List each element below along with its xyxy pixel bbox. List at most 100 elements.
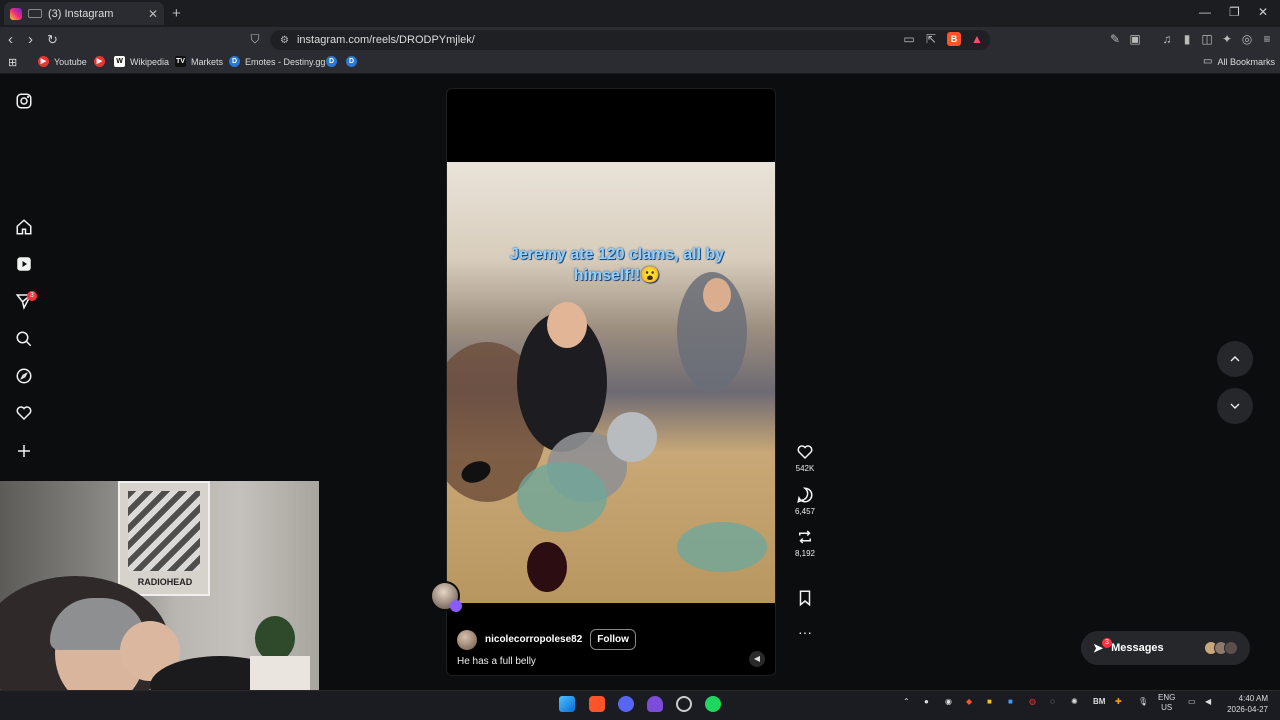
webcam-overlay: RADIOHEAD xyxy=(0,481,319,690)
reels-icon[interactable] xyxy=(14,254,34,274)
create-plus-icon[interactable] xyxy=(14,441,34,461)
tab-bar xyxy=(0,0,1280,27)
discord-icon[interactable] xyxy=(618,696,634,712)
leo-ai-icon[interactable]: ✦ xyxy=(1220,32,1234,46)
close-window-icon[interactable]: ✕ xyxy=(1258,5,1268,19)
tray-app-icon[interactable]: ■ xyxy=(1008,697,1013,706)
destiny-icon: D xyxy=(326,56,337,67)
url-bar[interactable]: ⚙ instagram.com/reels/DRODPYmjlek/ xyxy=(270,30,990,50)
restore-icon[interactable]: ❐ xyxy=(1229,5,1240,19)
brave-tray-icon[interactable]: ◆ xyxy=(966,697,972,706)
reload-icon[interactable]: ↻ xyxy=(47,32,58,48)
tray-app-icon[interactable]: ✺ xyxy=(1071,697,1078,706)
poster-text: RADIOHEAD xyxy=(137,577,193,587)
comment-icon xyxy=(797,487,813,503)
bookmark-youtube-2[interactable]: ▶ xyxy=(94,56,105,67)
clock[interactable]: 4:40 AM 2026-04-27 xyxy=(1226,693,1268,715)
brave-shields-icon[interactable]: B xyxy=(947,32,961,46)
new-tab-button[interactable]: + xyxy=(172,5,181,22)
bookmark-markets[interactable]: TV Markets xyxy=(175,56,223,67)
tray-expand-icon[interactable]: ⌃ xyxy=(903,697,910,706)
tab-instagram[interactable]: (3) Instagram ✕ xyxy=(4,2,164,25)
chevron-down-icon xyxy=(1230,403,1240,409)
tray-app-icon[interactable]: ◌ xyxy=(1050,697,1055,706)
more-options-icon[interactable]: ··· xyxy=(790,624,820,640)
cast-icon[interactable]: ▭ xyxy=(902,32,916,46)
vpn-icon[interactable]: ◎ xyxy=(1240,32,1254,46)
bookmark-youtube[interactable]: ▶ Youtube xyxy=(38,56,87,67)
reading-list-icon[interactable]: ▮ xyxy=(1180,32,1194,46)
minimize-icon[interactable]: — xyxy=(1199,5,1211,19)
follow-button[interactable]: Follow xyxy=(590,629,636,650)
creator-badge-icon xyxy=(450,600,462,612)
comment-button[interactable]: 6,457 xyxy=(790,486,820,516)
tab-close-icon[interactable]: ✕ xyxy=(148,7,158,21)
wikipedia-icon: W xyxy=(114,56,125,67)
folder-icon: ▭ xyxy=(1203,56,1213,67)
youtube-icon: ▶ xyxy=(38,56,49,67)
menu-icon[interactable]: ≡ xyxy=(1260,32,1274,46)
apps-grid-icon[interactable]: ⊞ xyxy=(8,56,17,69)
video-overlay-text: Jeremy ate 120 clams, all by himself!!😮 xyxy=(509,246,725,284)
tray-app-icon[interactable]: ● xyxy=(924,697,929,706)
save-button[interactable] xyxy=(790,589,820,610)
messages-button[interactable]: ➤ Messages xyxy=(1081,631,1250,665)
messages-badge: 3 xyxy=(1102,638,1112,648)
reel-caption: He has a full belly xyxy=(457,656,536,667)
language-indicator[interactable]: ENG US xyxy=(1158,693,1175,713)
bookmark-page-icon[interactable]: ⛉ xyxy=(248,32,262,46)
back-icon[interactable]: ‹ xyxy=(8,31,13,48)
site-info-icon[interactable]: ⚙ xyxy=(280,35,289,46)
obs-icon[interactable] xyxy=(676,696,692,712)
spotify-icon[interactable] xyxy=(705,696,721,712)
explore-icon[interactable] xyxy=(14,366,34,386)
network-icon[interactable]: ▭ xyxy=(1188,697,1196,706)
tab-audio-icon xyxy=(28,9,42,18)
tray-bm-label[interactable]: BM xyxy=(1093,697,1105,706)
brave-rewards-icon[interactable]: ▲ xyxy=(970,32,984,46)
next-reel-button[interactable] xyxy=(1217,388,1253,424)
reel-video[interactable]: Jeremy ate 120 clams, all by himself!!😮 xyxy=(447,162,775,603)
destiny-icon: D xyxy=(346,56,357,67)
tray-app-icon[interactable]: ◍ xyxy=(1029,697,1036,706)
windows-start-icon[interactable] xyxy=(559,696,575,712)
tray-app-icon[interactable]: ■ xyxy=(987,697,992,706)
all-bookmarks-button[interactable]: ▭ All Bookmarks xyxy=(1203,56,1275,67)
messages-label: Messages xyxy=(1111,642,1164,654)
notifications-heart-icon[interactable] xyxy=(14,403,34,423)
repost-button[interactable]: 8,192 xyxy=(790,528,820,558)
volume-icon[interactable]: ◀ xyxy=(1205,697,1211,706)
taskbar xyxy=(0,690,1280,720)
mute-icon[interactable]: ◀ xyxy=(749,651,765,667)
brave-taskbar-icon[interactable] xyxy=(589,696,605,712)
comment-count: 6,457 xyxy=(794,507,816,516)
chevron-up-icon xyxy=(1230,356,1240,362)
bookmark-destiny-emotes[interactable]: D Emotes - Destiny.gg xyxy=(229,56,325,67)
youtube-icon: ▶ xyxy=(94,56,105,67)
share-icon[interactable]: ⇱ xyxy=(924,32,938,46)
media-icon[interactable]: ♫ xyxy=(1160,32,1174,46)
wallet-icon[interactable]: ◫ xyxy=(1200,32,1214,46)
reel-card[interactable]: Jeremy ate 120 clams, all by himself!!😮 … xyxy=(446,88,776,676)
instagram-logo-icon[interactable] xyxy=(14,91,34,111)
like-button[interactable]: 542K xyxy=(790,443,820,473)
extensions-icon[interactable]: ✎ xyxy=(1108,32,1122,46)
microphone-icon[interactable]: 🎙 xyxy=(1138,697,1148,706)
avatar[interactable] xyxy=(457,629,477,650)
bookmark-wikipedia[interactable]: W Wikipedia xyxy=(114,56,169,67)
home-icon[interactable] xyxy=(14,217,34,237)
instagram-favicon-icon xyxy=(10,7,22,20)
bookmark-icon xyxy=(799,590,811,607)
previous-reel-button[interactable] xyxy=(1217,341,1253,377)
tray-app-icon[interactable]: ✚ xyxy=(1115,697,1122,706)
reel-author-row: nicolecorropolese82 Follow xyxy=(457,629,636,650)
search-icon[interactable] xyxy=(14,329,34,349)
obsidian-icon[interactable] xyxy=(647,696,663,712)
username[interactable]: nicolecorropolese82 xyxy=(485,634,582,645)
sidebar-toggle-icon[interactable]: ▣ xyxy=(1128,32,1142,46)
forward-icon[interactable]: › xyxy=(28,31,33,48)
repost-icon xyxy=(799,530,811,544)
steam-icon[interactable]: ◉ xyxy=(945,697,952,706)
bookmark-destiny-2[interactable]: D xyxy=(326,56,337,67)
bookmark-destiny-3[interactable]: D xyxy=(346,56,357,67)
